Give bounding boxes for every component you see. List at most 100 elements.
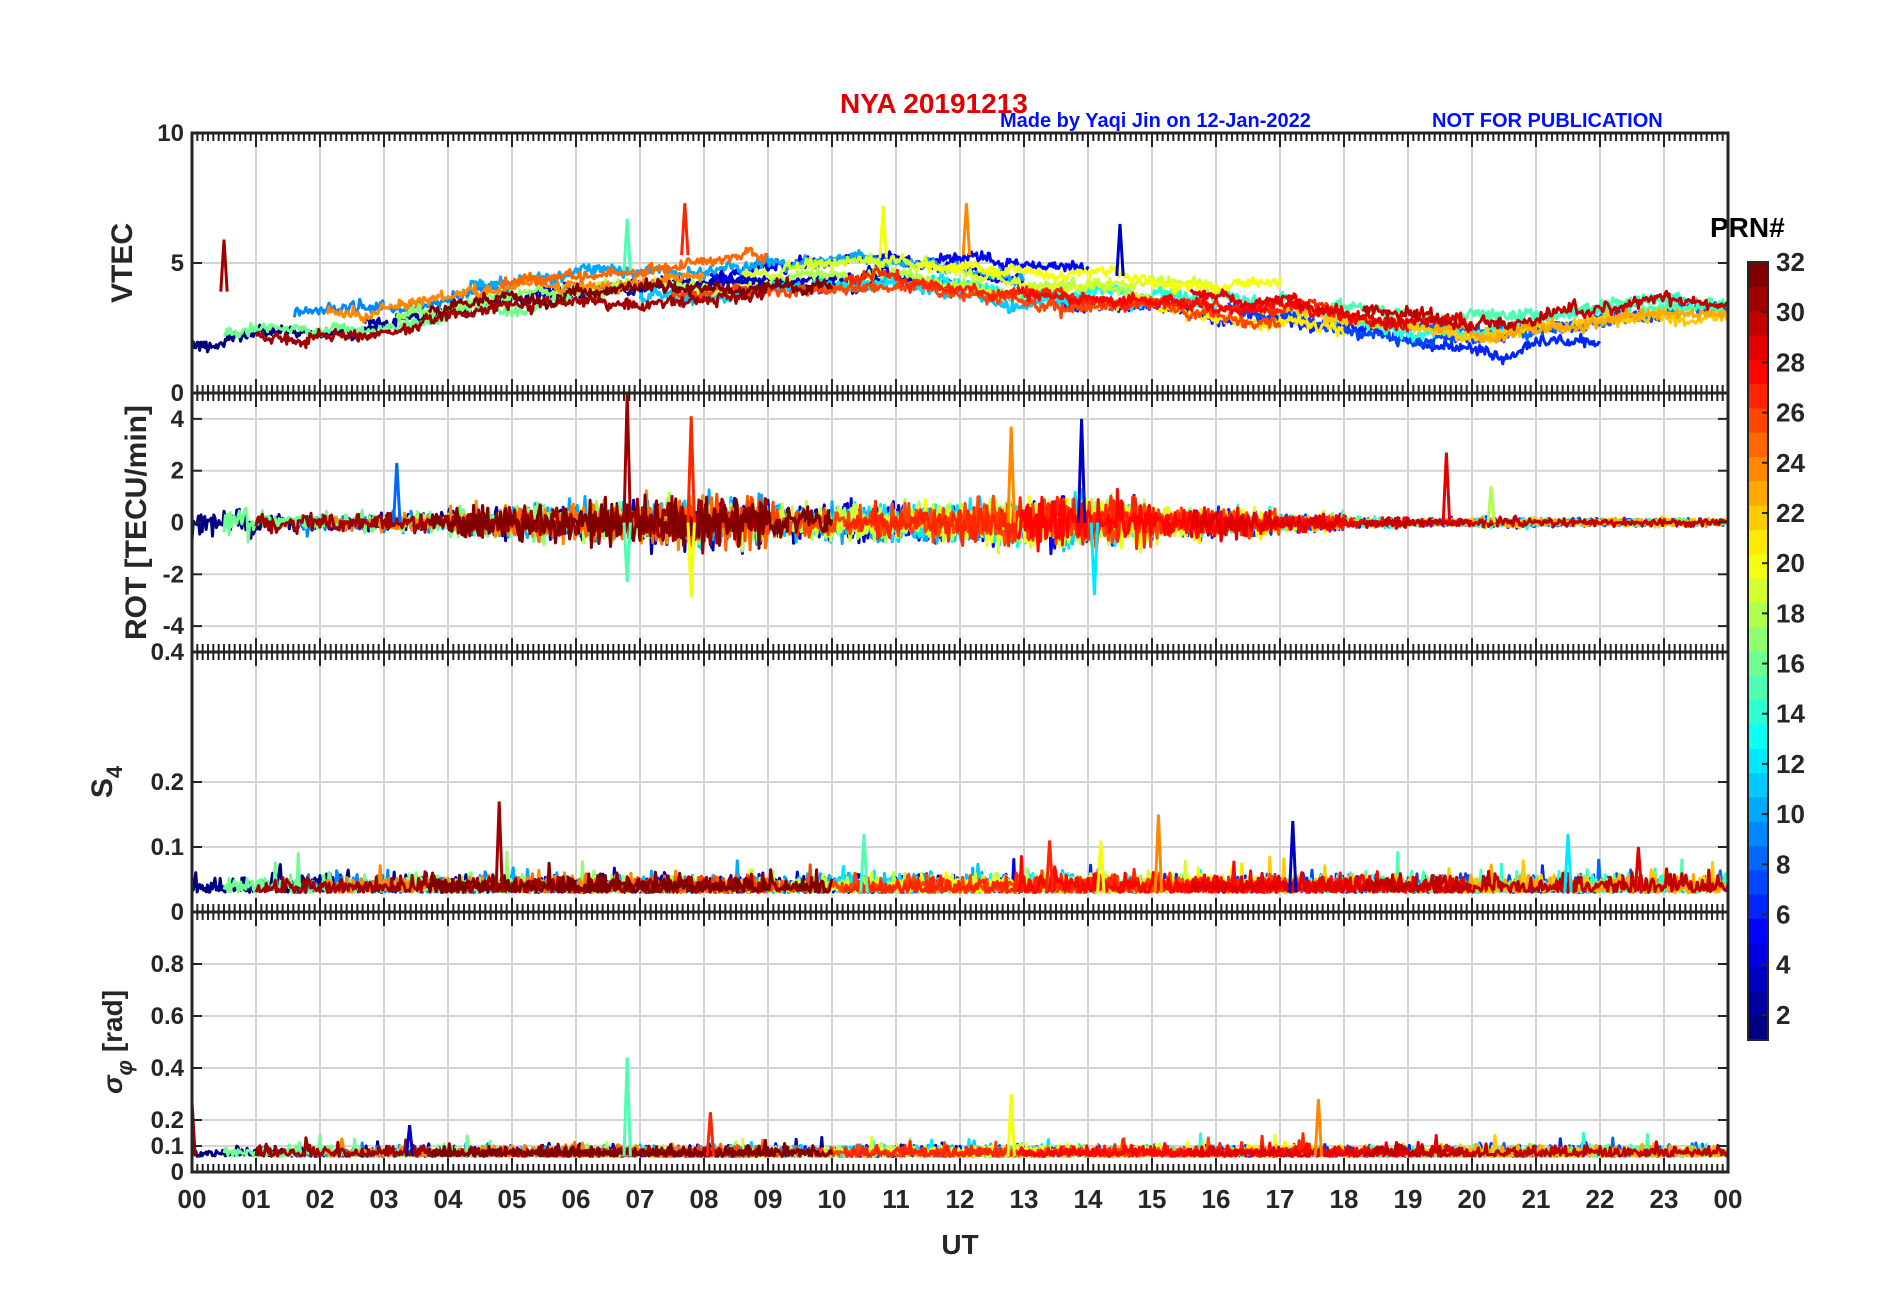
colorbar: 2468101214161820222426283032 — [1747, 247, 1805, 1041]
y-tick-label: 0 — [171, 510, 184, 537]
spike-mark — [622, 393, 632, 523]
colorbar-tick-label: 24 — [1776, 448, 1805, 478]
y-tick-label: -2 — [163, 561, 184, 588]
colorbar-segment — [1748, 456, 1768, 482]
spike-mark — [961, 203, 972, 256]
x-tick-label: 02 — [306, 1184, 335, 1214]
colorbar-segment — [1748, 772, 1768, 798]
series-group — [192, 1057, 1728, 1158]
y-tick-label: 0.8 — [151, 951, 184, 978]
x-axis-label: UT — [941, 1229, 978, 1260]
x-tick-label: 16 — [1202, 1184, 1231, 1214]
x-tick-label: 00 — [1714, 1184, 1743, 1214]
colorbar-tick-label: 32 — [1776, 247, 1805, 277]
colorbar-tick-label: 4 — [1776, 950, 1791, 980]
x-tick-label: 08 — [690, 1184, 719, 1214]
colorbar-segment — [1748, 383, 1768, 409]
y-tick-label: 5 — [171, 250, 184, 277]
colorbar-tick-label: 14 — [1776, 699, 1805, 729]
panel-S4: 0 0.1 0.2 0.4 S4 — [86, 639, 1730, 926]
colorbar-segment — [1748, 480, 1768, 506]
colorbar-tick-label: 22 — [1776, 498, 1805, 528]
x-tick-label: 07 — [626, 1184, 655, 1214]
colorbar-segment — [1748, 918, 1768, 944]
y-tick-label: -4 — [163, 613, 185, 640]
panel-sigma_phi: 00.10.2 0.4 0.6 0.8 σφ [rad] 00 01 02 03 04 05 06 07… — [97, 910, 1743, 1260]
spike-mark — [392, 462, 402, 523]
x-tick-label: 21 — [1522, 1184, 1551, 1214]
y-tick-label: 0.2 — [151, 769, 184, 796]
colorbar-tick-label: 18 — [1776, 598, 1805, 628]
spike-mark — [622, 1057, 632, 1157]
x-tick-label: 13 — [1010, 1184, 1039, 1214]
colorbar-segment — [1748, 334, 1768, 360]
x-tick-label: 05 — [498, 1184, 527, 1214]
panel-ROT: -4 -2 0 2 4 ROT [TECU/min] — [120, 391, 1730, 654]
y-tick-label: 4 — [171, 406, 185, 433]
x-tick-label: 18 — [1330, 1184, 1359, 1214]
x-tick-label: 19 — [1394, 1184, 1423, 1214]
colorbar-tick-label: 6 — [1776, 900, 1790, 930]
panel-VTEC: 0 5 10 VTEC — [106, 120, 1730, 407]
x-tick-label: 09 — [754, 1184, 783, 1214]
y-tick-label: 0.1 — [151, 1133, 184, 1160]
y-tick-label: 2 — [171, 458, 184, 485]
y-tick-label: 10 — [157, 120, 184, 147]
colorbar-segment — [1748, 699, 1768, 725]
colorbar-segment — [1748, 991, 1768, 1017]
colorbar-segment — [1748, 869, 1768, 895]
colorbar-tick-label: 8 — [1776, 849, 1790, 879]
y-tick-label: 0 — [171, 1159, 184, 1186]
y-tick-label: 0 — [171, 899, 184, 926]
x-tick-label: 06 — [562, 1184, 591, 1214]
colorbar-tick-label: 16 — [1776, 649, 1805, 679]
x-tick-label: 17 — [1266, 1184, 1295, 1214]
spike-mark — [1115, 223, 1125, 277]
colorbar-segment — [1748, 432, 1768, 457]
colorbar-segment — [1748, 845, 1768, 871]
colorbar-tick-label: 2 — [1776, 1000, 1790, 1030]
spike-mark — [219, 239, 229, 292]
x-tick-label: 00 — [178, 1184, 207, 1214]
colorbar-segment — [1748, 626, 1768, 652]
colorbar-segment — [1748, 748, 1768, 774]
colorbar-tick-label: 20 — [1776, 548, 1805, 578]
spike-mark — [878, 205, 888, 258]
y-axis-label: S4 — [86, 765, 127, 798]
y-tick-label: 0.2 — [151, 1107, 184, 1134]
x-tick-label: 22 — [1586, 1184, 1615, 1214]
figure: 0510VTEC-4-2024ROT [TECU/min]00.10.20.4S… — [86, 120, 1805, 1260]
y-axis-label-unit: [rad] — [97, 990, 128, 1060]
x-tick-label: 03 — [370, 1184, 399, 1214]
x-tick-label: 23 — [1650, 1184, 1679, 1214]
x-tick-label: 10 — [818, 1184, 847, 1214]
x-tick-label: 04 — [434, 1184, 463, 1214]
x-tick-label: 01 — [242, 1184, 271, 1214]
colorbar-segment — [1748, 310, 1768, 336]
colorbar-segment — [1748, 796, 1768, 822]
colorbar-segment — [1748, 821, 1768, 846]
colorbar-segment — [1748, 529, 1768, 555]
y-axis-label-main: S — [86, 778, 119, 798]
colorbar-segment — [1748, 578, 1768, 603]
colorbar-segment — [1748, 602, 1768, 628]
spike-mark — [1486, 486, 1496, 523]
colorbar-segment — [1748, 553, 1768, 579]
colorbar-tick-label: 26 — [1776, 398, 1805, 428]
colorbar-segment — [1748, 262, 1768, 287]
y-tick-label: 0.4 — [151, 639, 185, 666]
x-tick-label: 11 — [882, 1184, 910, 1214]
colorbar-segment — [1748, 505, 1768, 530]
colorbar-tick-label: 30 — [1776, 297, 1805, 327]
x-tick-label: 15 — [1138, 1184, 1167, 1214]
y-tick-label: 0 — [171, 380, 184, 407]
y-axis-label-subscript: 4 — [102, 765, 127, 778]
x-tick-label: 12 — [946, 1184, 975, 1214]
colorbar-tick-label: 10 — [1776, 799, 1805, 829]
spike-mark — [1441, 452, 1452, 523]
colorbar-segment — [1748, 675, 1768, 701]
x-tick-label: 14 — [1074, 1184, 1103, 1214]
y-axis-label: VTEC — [106, 223, 139, 303]
y-tick-label: 0.1 — [151, 834, 184, 861]
y-axis-label-subscript: φ — [112, 1060, 137, 1075]
